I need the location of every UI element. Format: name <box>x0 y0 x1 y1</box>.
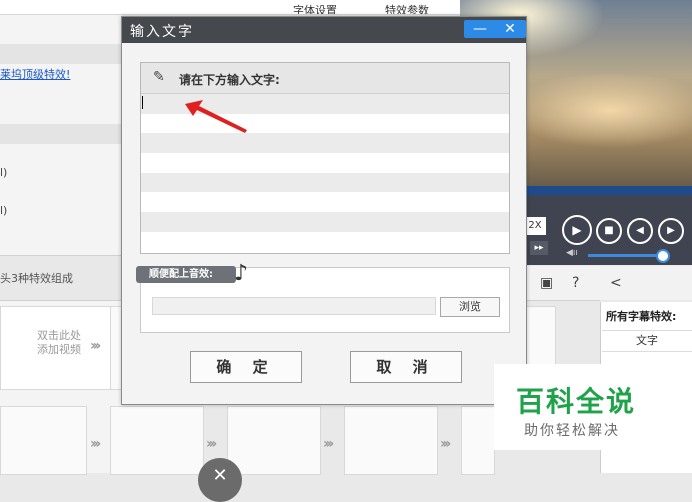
text-input-header: ✎ 请在下方输入文字: <box>141 63 509 94</box>
chevron-right-icon: ››› <box>90 436 101 452</box>
ok-button[interactable]: 确 定 <box>190 351 302 383</box>
dialog-titlebar[interactable]: 输入文字 — ✕ <box>122 17 526 43</box>
dialog-title: 输入文字 <box>130 24 194 40</box>
next-frame-icon[interactable]: ▶ <box>658 218 684 244</box>
video-slot[interactable] <box>461 406 495 475</box>
video-slot[interactable] <box>110 406 204 475</box>
sound-path-input[interactable] <box>152 297 436 315</box>
effects-title: 所有字幕特效: <box>606 310 677 323</box>
panel-row <box>0 124 122 144</box>
effects-column-header: 文字 <box>602 330 692 352</box>
close-icon[interactable]: ✕ <box>496 20 524 38</box>
play-icon[interactable]: ▶ <box>562 215 592 245</box>
prev-frame-icon[interactable]: ◀ <box>627 218 653 244</box>
input-text-dialog: 输入文字 — ✕ ✎ 请在下方输入文字: 顺便配上音效: ♪ 浏览 确 定 取 … <box>121 16 527 405</box>
chevron-right-icon: ››› <box>323 436 334 452</box>
window-buttons: — ✕ <box>464 20 526 38</box>
minimize-icon[interactable]: — <box>466 20 494 38</box>
option-text: l) <box>0 166 8 179</box>
option-text: l) <box>0 204 8 217</box>
red-arrow-annotation <box>185 100 247 133</box>
help-icon[interactable]: ? <box>572 275 579 291</box>
text-caret <box>142 96 143 109</box>
volume-slider[interactable] <box>588 254 660 257</box>
volume-icon: ◀ıı <box>566 248 578 258</box>
speed-button[interactable]: 2X <box>524 217 546 235</box>
chevron-right-icon: ››› <box>206 436 217 452</box>
watermark-subtitle: 助你轻松解决 <box>524 423 620 439</box>
edit-icon: ✎ <box>153 69 165 85</box>
watermark-title: 百科全说 <box>516 385 637 418</box>
strip-text: 头3种特效组成 <box>0 272 73 285</box>
browse-button[interactable]: 浏览 <box>440 297 500 317</box>
text-input-area[interactable]: ✎ 请在下方输入文字: <box>140 62 510 254</box>
fast-forward-icon[interactable]: ▸▸ <box>530 241 548 255</box>
music-note-icon: ♪ <box>234 261 249 286</box>
close-icon[interactable]: ✕ <box>198 458 242 502</box>
stop-icon[interactable]: ■ <box>596 218 622 244</box>
top-tab-bar: 字体设置 特效参数 <box>0 0 460 15</box>
effect-link[interactable]: 莱坞顶级特效! <box>0 66 70 82</box>
chevron-right-icon: ››› <box>90 338 101 354</box>
share-icon[interactable]: < <box>610 275 622 291</box>
save-icon[interactable]: ▣ <box>540 275 553 291</box>
video-slot[interactable] <box>344 406 438 475</box>
video-slot[interactable] <box>227 406 321 475</box>
volume-slider-handle[interactable] <box>656 249 670 263</box>
sound-effect-label: 顺便配上音效: <box>136 266 236 283</box>
tab-font-settings[interactable]: 字体设置 <box>272 0 358 14</box>
cancel-button[interactable]: 取 消 <box>350 351 462 383</box>
panel-row <box>0 44 122 64</box>
tab-effect-params[interactable]: 特效参数 <box>362 0 452 14</box>
chevron-right-icon: ››› <box>440 436 451 452</box>
text-input-label: 请在下方输入文字: <box>179 73 280 87</box>
video-slot[interactable] <box>0 406 87 475</box>
